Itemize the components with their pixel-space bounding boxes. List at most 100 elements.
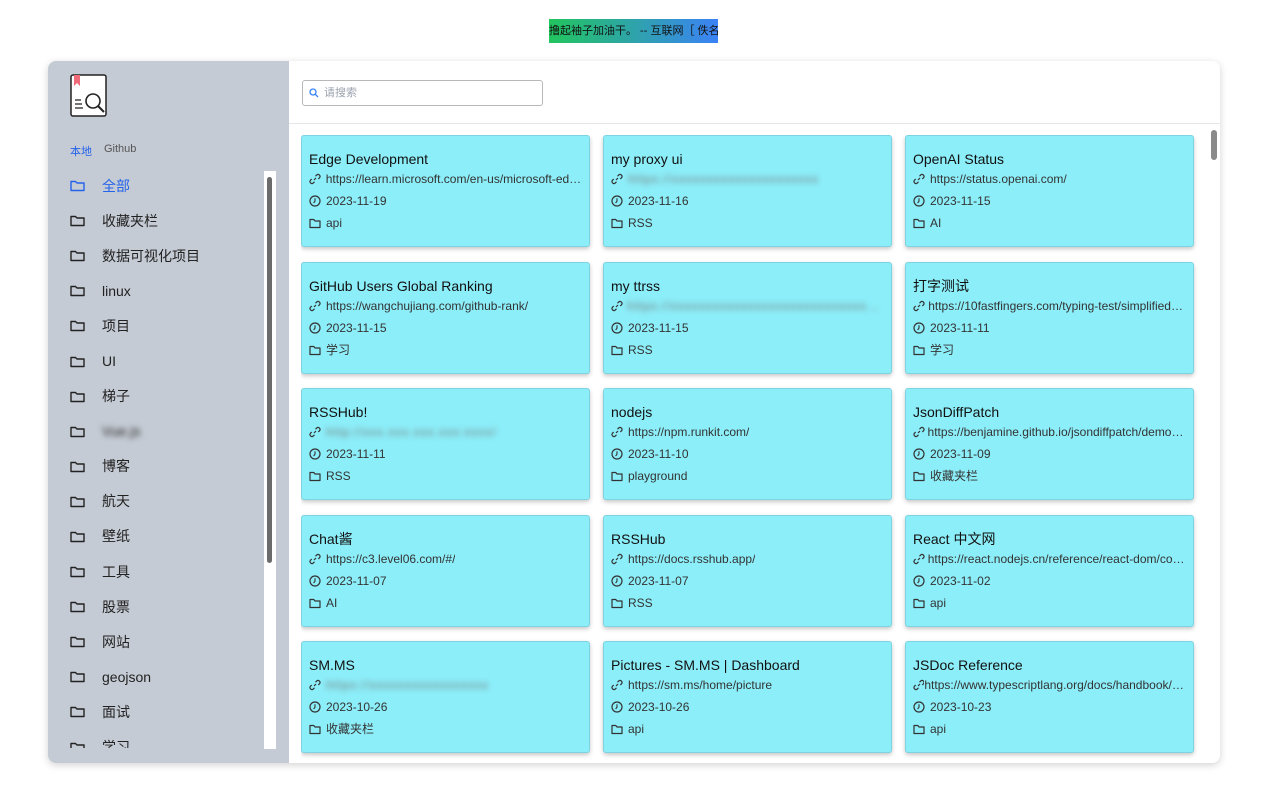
bookmark-title: Edge Development: [309, 151, 429, 167]
bookmark-url[interactable]: https://10fastfingers.com/typing-test/si…: [928, 295, 1186, 317]
bookmark-card[interactable]: Chat酱 https://c3.level06.com/#/ 2023-11-07…: [301, 514, 590, 627]
sidebar-folder-item[interactable]: 项目: [48, 308, 270, 343]
bookmark-url[interactable]: https://status.openai.com/: [930, 168, 1067, 190]
sidebar-folder-item[interactable]: 航天: [48, 484, 270, 519]
bookmark-card[interactable]: Edge Development https://learn.microsoft.…: [301, 135, 590, 247]
sidebar-folder-item[interactable]: 股票: [48, 589, 270, 624]
bookmark-card[interactable]: GitHub Users Global Ranking https://wangc…: [301, 261, 590, 374]
bookmark-title: SM.MS: [309, 657, 355, 674]
folder-icon: [611, 344, 628, 356]
bookmark-url[interactable]: https://c3.level06.com/#/: [326, 548, 455, 570]
sidebar-scrollbar[interactable]: [264, 171, 276, 749]
toolbar: [289, 61, 1220, 124]
bookmark-card[interactable]: my proxy ui https://xxxxxxxxxxxxxxxxxxxxx…: [603, 135, 892, 247]
bookmark-folder-row: api: [913, 718, 1186, 740]
link-icon: [913, 173, 930, 185]
sidebar-folder-item[interactable]: 数据可视化项目: [48, 238, 270, 273]
bookmark-folder: 收藏夹栏: [930, 469, 979, 484]
sidebar-folder-item[interactable]: 收藏夹栏: [48, 203, 270, 238]
bookmark-folder: api: [326, 216, 343, 230]
sidebar-folder-item[interactable]: UI: [48, 343, 270, 378]
bookmark-card[interactable]: RSSHub https://docs.rsshub.app/2023-11-07…: [603, 514, 892, 627]
sidebar: 本地 Github 全部收藏夹栏数据可视化项目 linux 项目 UI 梯子 Vue.js…: [48, 61, 289, 763]
clock-icon: [309, 195, 326, 207]
sidebar-folder-item[interactable]: 学习: [48, 730, 270, 748]
bookmark-folder: api: [930, 722, 947, 737]
bookmark-card[interactable]: my ttrss https://xxxxxxxxxxxxxxxxxxxxxxxx…: [603, 261, 892, 374]
bookmark-url[interactable]: https://xxxxxxxxxxxxxxxxxxxxxxxxxxxxxxxx…: [627, 295, 884, 317]
bookmark-folder: 学习: [326, 342, 351, 357]
bookmark-url[interactable]: https://xxxxxxxxxxxxxxxxx: [326, 674, 489, 696]
bookmark-card[interactable]: React 中文网 https://react.nodejs.cn/referen…: [905, 514, 1194, 627]
bookmark-date-row: 2023-11-11: [309, 443, 582, 465]
search-box[interactable]: [302, 80, 543, 106]
sidebar-folder-label: 数据可视化项目: [102, 247, 200, 264]
sidebar-folder-label: 壁纸: [102, 528, 130, 545]
bookmark-url[interactable]: http://xxx.xxx.xxx.xxx:xxxx/: [326, 421, 497, 443]
sidebar-folder-item[interactable]: geojson: [48, 659, 270, 694]
bookmark-folder: RSS: [628, 595, 653, 610]
bookmark-folder: playground: [628, 469, 688, 484]
sidebar-folder-label: geojson: [102, 668, 152, 685]
bookmark-card[interactable]: 打字测试 https://10fastfingers.com/typing-tes…: [905, 261, 1194, 374]
bookmark-url[interactable]: https://benjamine.github.io/jsondiffpatc…: [928, 421, 1186, 443]
search-icon: [309, 88, 319, 98]
bookmark-card[interactable]: JsonDiffPatch https://benjamine.github.io…: [905, 388, 1194, 501]
bookmark-folder: 学习: [930, 342, 955, 357]
bookmark-url[interactable]: https://xxxxxxxxxxxxxxxxxxxxx: [628, 168, 819, 190]
bookmark-date-row: 2023-11-02: [913, 570, 1186, 592]
bookmark-date-row: 2023-11-15: [309, 317, 582, 339]
folder-icon: [913, 723, 930, 735]
sidebar-folder-label: 项目: [102, 317, 130, 334]
sidebar-folder-item[interactable]: 全部: [48, 168, 270, 203]
sidebar-folder-item[interactable]: 工具: [48, 554, 270, 589]
sidebar-folder-item[interactable]: 壁纸: [48, 519, 270, 554]
folder-icon: [611, 723, 628, 735]
sidebar-folder-item[interactable]: linux: [48, 273, 270, 308]
folder-icon: [70, 214, 85, 227]
bookmark-folder-row: 收藏夹栏: [309, 718, 582, 740]
bookmark-url[interactable]: https://wangchujiang.com/github-rank/: [326, 295, 528, 317]
bookmark-folder-row: 学习: [913, 339, 1186, 361]
main-scrollbar-thumb[interactable]: [1211, 130, 1217, 160]
bookmark-url[interactable]: https://docs.rsshub.app/: [628, 548, 755, 570]
tab-local[interactable]: 本地: [70, 143, 92, 159]
sidebar-folder-label: 工具: [102, 563, 130, 580]
bookmark-url-row: https://react.nodejs.cn/reference/react-…: [913, 548, 1186, 570]
sidebar-folder-item[interactable]: 网站: [48, 624, 270, 659]
bookmark-folder-row: RSS: [309, 465, 582, 487]
bookmark-card[interactable]: JSDoc Reference https://www.typescriptlan…: [905, 641, 1194, 754]
folder-icon: [913, 597, 930, 609]
bookmark-url[interactable]: https://react.nodejs.cn/reference/react-…: [928, 548, 1186, 570]
tab-github[interactable]: Github: [104, 143, 136, 159]
folder-icon: [70, 319, 85, 332]
bookmark-card[interactable]: Pictures - SM.MS | Dashboard https://sm.m…: [603, 641, 892, 754]
sidebar-folder-item[interactable]: 博客: [48, 449, 270, 484]
clock-icon: [913, 195, 930, 207]
folder-icon: [70, 495, 85, 508]
bookmark-url[interactable]: https://www.typescriptlang.org/docs/hand…: [924, 674, 1186, 696]
sidebar-folder-item[interactable]: Vue.js: [48, 414, 270, 449]
bookmark-card[interactable]: RSSHub! http://xxx.xxx.xxx.xxx:xxxx/2023-…: [301, 388, 590, 501]
sidebar-folder-label: 全部: [102, 177, 130, 194]
bookmark-url[interactable]: https://npm.runkit.com/: [628, 421, 749, 443]
sidebar-folder-item[interactable]: 梯子: [48, 379, 270, 414]
sidebar-scrollbar-thumb[interactable]: [267, 177, 272, 563]
folder-icon: [309, 597, 326, 609]
bookmark-title: Chat酱: [309, 530, 353, 547]
main-scrollbar[interactable]: [1207, 126, 1220, 763]
bookmark-card[interactable]: SM.MS https://xxxxxxxxxxxxxxxxx 2023-10-26…: [301, 641, 590, 754]
folder-icon: [70, 179, 85, 192]
bookmark-title: my proxy ui: [611, 151, 683, 167]
bookmark-url[interactable]: https://sm.ms/home/picture: [628, 674, 772, 696]
link-icon: [913, 553, 928, 565]
bookmark-date: 2023-11-11: [930, 320, 990, 335]
search-input[interactable]: [324, 87, 524, 99]
bookmark-date: 2023-10-26: [326, 700, 388, 715]
sidebar-folder-item[interactable]: 面试: [48, 694, 270, 729]
bookmark-card[interactable]: OpenAI Status https://status.openai.com/2…: [905, 135, 1194, 247]
bookmark-title: RSSHub!: [309, 404, 368, 421]
bookmark-card[interactable]: nodejs https://npm.runkit.com/2023-11-10 p…: [603, 388, 892, 501]
link-icon: [913, 300, 928, 312]
bookmark-url[interactable]: https://learn.microsoft.com/en-us/micros…: [326, 168, 582, 190]
